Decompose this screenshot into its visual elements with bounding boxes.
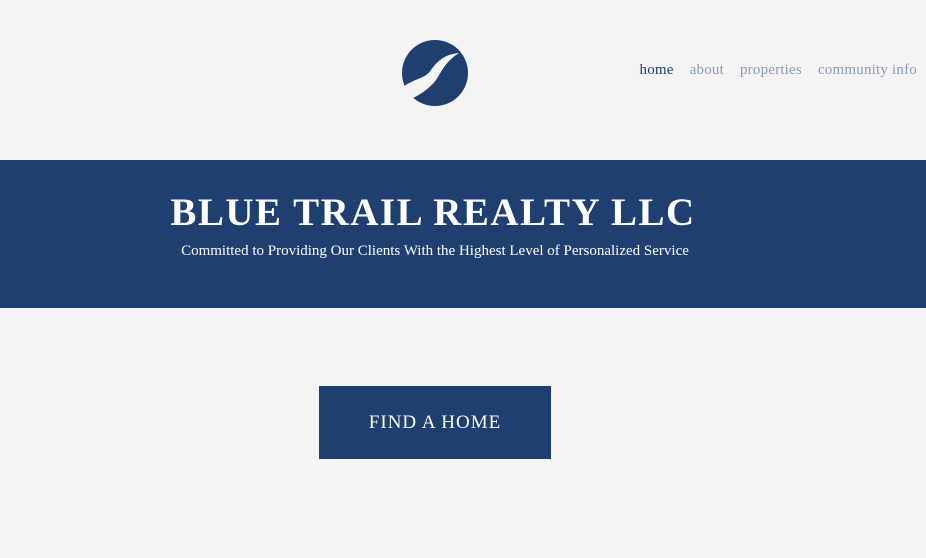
blue-trail-logo-icon[interactable] bbox=[401, 40, 469, 106]
hero-title: BLUE TRAIL REALTY LLC bbox=[170, 191, 696, 234]
find-a-home-button[interactable]: FIND A HOME bbox=[319, 386, 551, 459]
main-nav: home about properties community info bbox=[640, 62, 918, 79]
hero-subtitle: Committed to Providing Our Clients With … bbox=[181, 243, 689, 259]
nav-item-community-info[interactable]: community info bbox=[818, 62, 917, 79]
nav-item-properties[interactable]: properties bbox=[740, 62, 802, 79]
nav-item-about[interactable]: about bbox=[690, 62, 724, 79]
nav-item-home[interactable]: home bbox=[640, 62, 674, 79]
